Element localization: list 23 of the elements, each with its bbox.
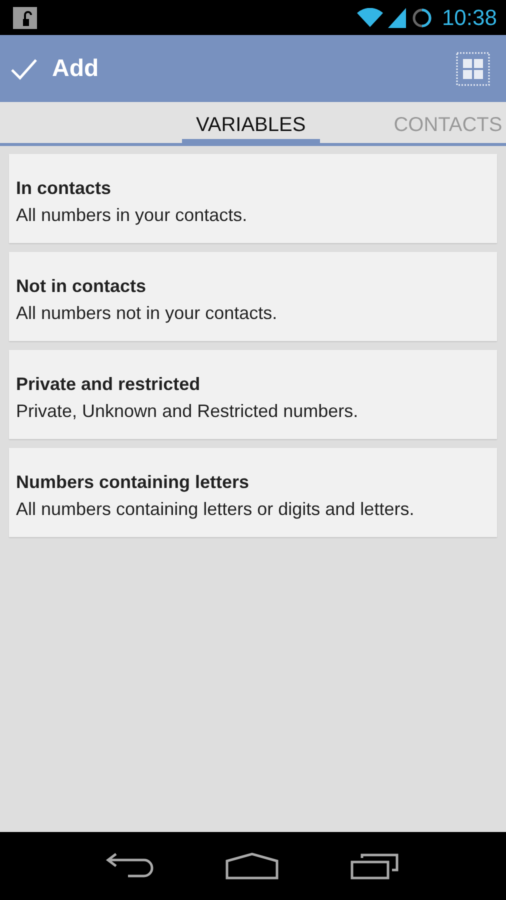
clock-time: 10:38	[442, 4, 497, 30]
item-description: All numbers in your contacts.	[16, 205, 248, 226]
list-item[interactable]: Not in contacts All numbers not in your contacts.	[9, 252, 497, 341]
item-description: All numbers not in your contacts.	[16, 303, 278, 324]
item-title: Not in contacts	[16, 276, 148, 297]
recent-apps-icon[interactable]	[350, 852, 400, 880]
grid-icon[interactable]	[456, 52, 490, 86]
wifi-icon	[356, 8, 383, 28]
battery-ring-icon	[410, 6, 433, 28]
tab[interactable]: VARIABLES	[182, 102, 320, 143]
lock-icon	[13, 6, 37, 28]
home-icon[interactable]	[224, 852, 279, 880]
item-description: Private, Unknown and Restricted numbers.	[16, 401, 360, 422]
back-icon[interactable]	[106, 852, 154, 880]
item-description: All numbers containing letters or digits and letters.	[16, 499, 416, 520]
list-item[interactable]: Private and restricted Private, Unknown and Restricted numbers.	[9, 350, 497, 439]
list-item[interactable]: Numbers containing letters All numbers containing letters or digits and letters.	[9, 448, 497, 537]
list-item[interactable]: In contacts All numbers in your contacts.	[9, 154, 497, 243]
checkmark-icon	[10, 58, 38, 80]
item-title: Private and restricted	[16, 374, 202, 395]
item-title: Numbers containing letters	[16, 472, 250, 493]
item-title: In contacts	[16, 178, 112, 199]
signal-icon	[388, 8, 406, 28]
